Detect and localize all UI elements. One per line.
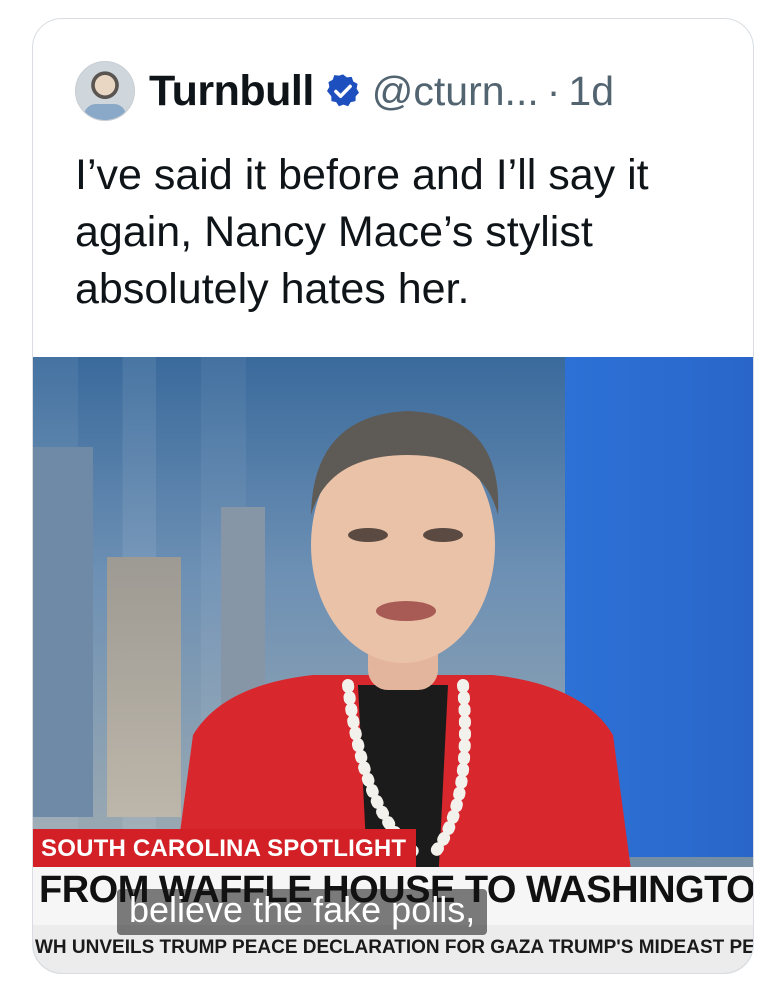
- avatar[interactable]: [75, 61, 135, 121]
- post-time[interactable]: 1d: [568, 68, 614, 115]
- tweet-text: I’ve said it before and I’ll say it agai…: [75, 151, 649, 313]
- closed-caption: believe the fake polls,: [117, 889, 488, 935]
- verified-badge-icon: [326, 74, 359, 107]
- tweet-header: Turnbull @cturn... · 1d: [75, 61, 614, 121]
- news-ticker-text: WH UNVEILS TRUMP PEACE DECLARATION FOR G…: [35, 937, 754, 958]
- tweet-card[interactable]: Turnbull @cturn... · 1d I’ve said it bef…: [32, 18, 754, 974]
- author-name[interactable]: Turnbull: [149, 67, 314, 116]
- background-building: [33, 447, 93, 817]
- news-anchor-figure: [173, 411, 633, 885]
- avatar-shirt: [84, 104, 126, 120]
- tweet-media-image[interactable]: SOUTH CAROLINA SPOTLIGHT FROM WAFFLE HOU…: [33, 357, 754, 973]
- lower-third-label: SOUTH CAROLINA SPOTLIGHT: [33, 829, 417, 869]
- meta-separator: ·: [546, 67, 561, 114]
- author-handle[interactable]: @cturn...: [372, 68, 539, 115]
